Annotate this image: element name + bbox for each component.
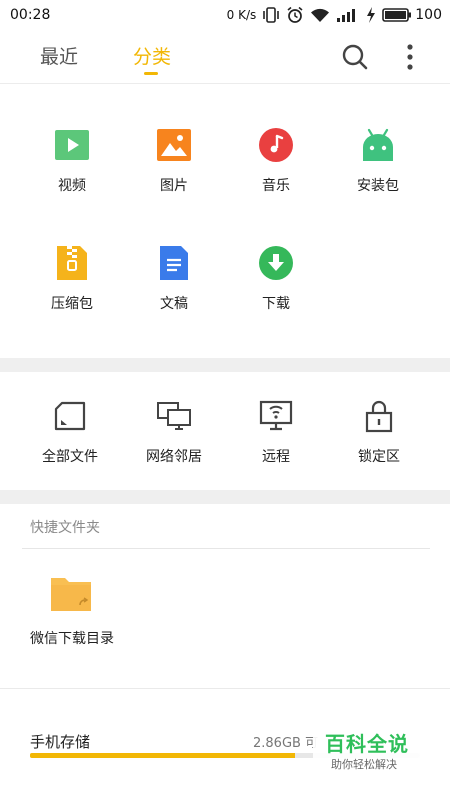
search-button[interactable] [340, 42, 370, 72]
battery: 100 [382, 7, 442, 23]
lock-icon [365, 400, 393, 433]
search-icon [342, 44, 368, 70]
category-downloads[interactable]: 下载 [226, 245, 326, 335]
battery-level: 100 [415, 7, 442, 23]
vibrate-icon [263, 7, 280, 23]
status-time: 00:28 [10, 7, 51, 23]
sd-card-icon [54, 401, 86, 431]
archive-icon [57, 246, 87, 280]
folder-label: 微信下载目录 [30, 631, 114, 647]
category-images[interactable]: 图片 [124, 127, 224, 217]
charging-icon [367, 7, 376, 23]
section-divider [0, 490, 450, 504]
tab-category[interactable]: 分类 [133, 42, 171, 69]
image-icon [157, 129, 191, 161]
category-video[interactable]: 视频 [22, 127, 122, 217]
top-bar: 最近 分类 [0, 30, 450, 84]
tool-label: 远程 [262, 449, 290, 465]
network-devices-icon [157, 402, 191, 430]
watermark-subtitle: 助你轻松解决 [331, 758, 397, 771]
battery-icon [382, 8, 412, 22]
category-label: 音乐 [262, 178, 290, 194]
category-music[interactable]: 音乐 [226, 127, 326, 217]
folder-icon [51, 578, 91, 611]
tab-recent[interactable]: 最近 [40, 42, 78, 69]
category-label: 视频 [58, 178, 86, 194]
category-archive[interactable]: 压缩包 [22, 245, 122, 335]
storage-label: 手机存储 [30, 733, 91, 751]
wifi-icon [311, 8, 330, 22]
category-apk[interactable]: 安装包 [328, 127, 428, 217]
category-label: 压缩包 [51, 296, 93, 312]
watermark-title: 百科全说 [325, 732, 409, 756]
quick-access-divider [22, 548, 430, 549]
android-icon [363, 128, 393, 161]
category-label: 图片 [160, 178, 188, 194]
music-icon [259, 128, 293, 162]
video-icon [55, 130, 89, 160]
more-vertical-icon [407, 44, 413, 70]
download-icon [259, 246, 293, 280]
category-documents[interactable]: 文稿 [124, 245, 224, 335]
tool-all-files[interactable]: 全部文件 [18, 398, 122, 478]
tool-label: 网络邻居 [146, 449, 202, 465]
section-divider [0, 358, 450, 372]
active-tab-indicator [144, 72, 158, 75]
category-label: 安装包 [357, 178, 399, 194]
document-icon [160, 246, 188, 280]
status-icons: 0 K/s 100 [227, 6, 442, 24]
net-speed: 0 K/s [226, 8, 257, 22]
tool-lock-zone[interactable]: 锁定区 [327, 398, 431, 478]
tool-label: 锁定区 [358, 449, 400, 465]
quick-access-title: 快捷文件夹 [30, 520, 100, 536]
storage-size: 2.86GB 可 [253, 736, 319, 751]
storage-divider [0, 688, 450, 689]
alarm-icon [287, 6, 303, 23]
quick-folder-wechat[interactable]: 微信下载目录 [22, 574, 122, 654]
storage-progress-fill [30, 753, 296, 758]
status-bar: 00:28 0 K/s 100 [0, 0, 450, 30]
tool-network[interactable]: 网络邻居 [122, 398, 226, 478]
category-label: 下载 [262, 296, 290, 312]
category-label: 文稿 [160, 296, 188, 312]
remote-monitor-icon [259, 400, 293, 431]
tool-label: 全部文件 [42, 449, 98, 465]
more-options-button[interactable] [396, 40, 424, 74]
signal-icon [337, 9, 356, 22]
watermark-logo: 百科全说 助你轻松解决 [313, 722, 425, 776]
tool-remote[interactable]: 远程 [224, 398, 328, 478]
